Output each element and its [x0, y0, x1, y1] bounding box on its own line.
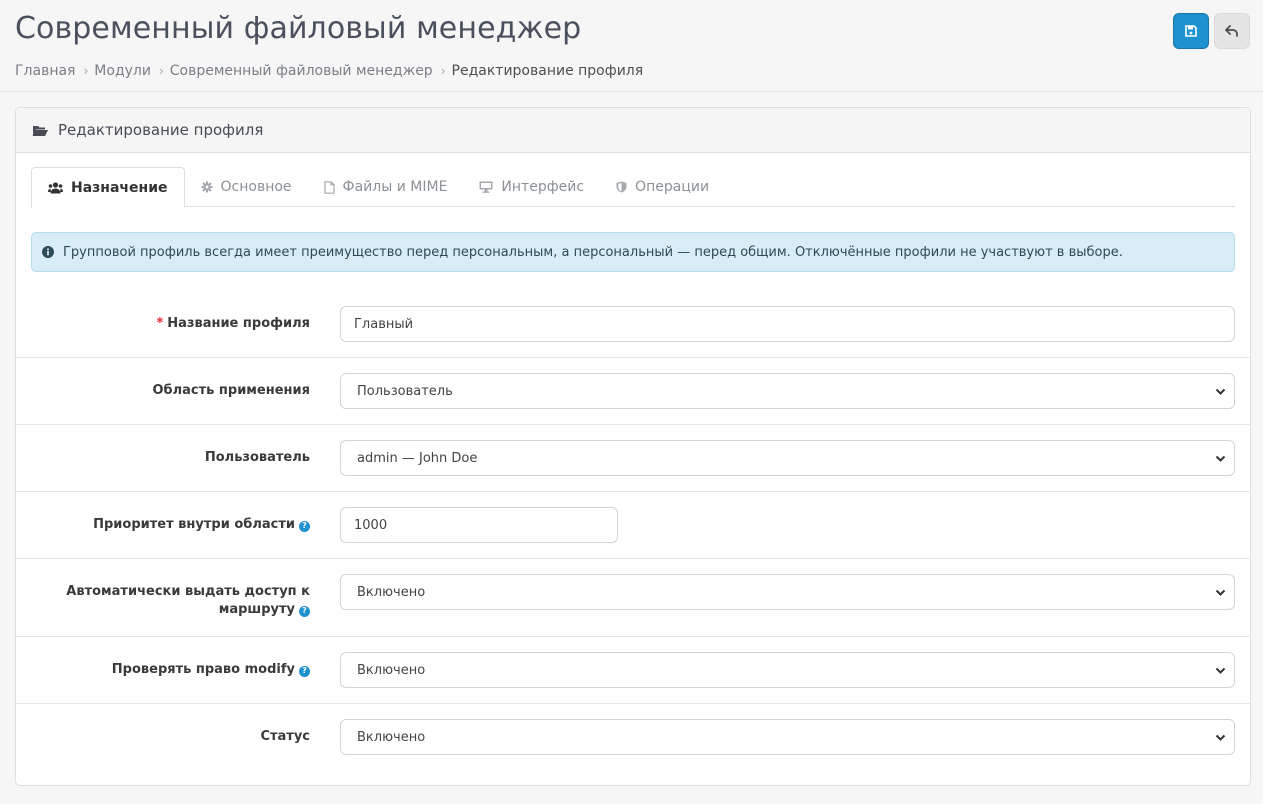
scope-select[interactable]: Пользователь [340, 373, 1235, 409]
info-circle-icon [42, 246, 54, 258]
save-button[interactable] [1173, 13, 1209, 49]
check-modify-select[interactable]: Включено [340, 652, 1235, 688]
form-row-user: Пользователь admin — John Doe [16, 425, 1250, 492]
breadcrumb-separator: › [83, 64, 89, 78]
chevron-down-icon [1215, 665, 1226, 676]
input-value: Главный [354, 316, 414, 332]
breadcrumb-modules[interactable]: Модули [94, 63, 151, 79]
breadcrumb: Главная › Модули › Современный файловый … [15, 63, 643, 79]
scope-label: Область применения [152, 383, 311, 398]
tab-assignment[interactable]: Назначение [31, 167, 185, 208]
header-actions [1173, 13, 1250, 49]
breadcrumb-separator: › [158, 64, 164, 78]
profile-card: Редактирование профиля Назначение Основн… [15, 107, 1251, 786]
auto-access-label: Автоматически выдать доступ к маршруту? [20, 583, 310, 619]
breadcrumb-separator: › [440, 64, 446, 78]
tab-label: Назначение [71, 179, 168, 196]
card-header: Редактирование профиля [16, 108, 1250, 153]
chevron-down-icon [1215, 386, 1226, 397]
folder-open-icon [32, 124, 48, 137]
shield-icon [616, 181, 627, 193]
label-line-2: маршруту [218, 602, 295, 617]
user-select[interactable]: admin — John Doe [340, 440, 1235, 476]
chevron-down-icon [1215, 587, 1226, 598]
select-value: Включено [357, 729, 426, 745]
priority-label: Приоритет внутри области? [20, 516, 310, 534]
card-title: Редактирование профиля [58, 121, 264, 139]
page-header: Современный файловый менеджер Главная › … [0, 0, 1263, 92]
breadcrumb-home[interactable]: Главная [15, 63, 75, 79]
tab-label: Основное [220, 179, 292, 195]
select-value: Включено [357, 662, 426, 678]
priority-input[interactable]: 1000 [340, 507, 618, 543]
required-marker: * [156, 316, 164, 331]
status-label: Статус [260, 729, 310, 744]
check-modify-label: Проверять право modify? [20, 661, 310, 679]
users-icon [48, 181, 63, 194]
tab-label: Интерфейс [501, 179, 585, 195]
auto-access-select[interactable]: Включено [340, 574, 1235, 610]
tab-label: Файлы и MIME [342, 179, 448, 195]
tab-operations[interactable]: Операции [600, 167, 725, 207]
help-icon[interactable]: ? [299, 665, 310, 677]
form-row-status: Статус Включено [16, 704, 1250, 771]
label-text: Название профиля [167, 316, 310, 331]
form-row-auto-access: Автоматически выдать доступ к маршруту? … [16, 559, 1250, 637]
status-select[interactable]: Включено [340, 719, 1235, 755]
tab-interface[interactable]: Интерфейс [463, 167, 600, 207]
chevron-down-icon [1215, 732, 1226, 743]
help-icon[interactable]: ? [299, 605, 310, 617]
select-value: Включено [357, 584, 426, 600]
input-value: 1000 [354, 517, 388, 533]
reply-icon [1225, 25, 1238, 37]
breadcrumb-module[interactable]: Современный файловый менеджер [170, 63, 433, 79]
label-text: Проверять право modify [111, 662, 295, 677]
user-label: Пользователь [204, 450, 310, 465]
form-row-priority: Приоритет внутри области? 1000 [16, 492, 1250, 559]
tab-files-mime[interactable]: Файлы и MIME [308, 167, 464, 207]
form-row-name: * Название профиля Главный [16, 291, 1250, 358]
select-value: admin — John Doe [357, 450, 478, 466]
label-line-1: Автоматически выдать доступ к [66, 584, 310, 599]
label-text: Приоритет внутри области [93, 517, 295, 532]
profile-name-input[interactable]: Главный [340, 306, 1235, 342]
tab-label: Операции [635, 179, 710, 195]
cog-icon [201, 181, 213, 193]
save-icon [1185, 25, 1197, 37]
help-icon[interactable]: ? [299, 520, 310, 532]
profile-name-label: * Название профиля [20, 315, 310, 333]
info-alert: Групповой профиль всегда имеет преимущес… [31, 232, 1235, 272]
file-icon [323, 180, 335, 194]
tab-bar: Назначение Основное Файлы и MIME Интерфе… [31, 167, 1235, 208]
form-row-scope: Область применения Пользователь [16, 358, 1250, 425]
select-value: Пользователь [357, 383, 453, 399]
tab-general[interactable]: Основное [185, 167, 308, 207]
breadcrumb-current: Редактирование профиля [451, 63, 644, 79]
page-title: Современный файловый менеджер [15, 11, 582, 46]
form-row-check-modify: Проверять право modify? Включено [16, 637, 1250, 704]
alert-text: Групповой профиль всегда имеет преимущес… [63, 244, 1123, 260]
desktop-icon [479, 181, 493, 193]
back-button[interactable] [1214, 13, 1250, 49]
chevron-down-icon [1215, 453, 1226, 464]
